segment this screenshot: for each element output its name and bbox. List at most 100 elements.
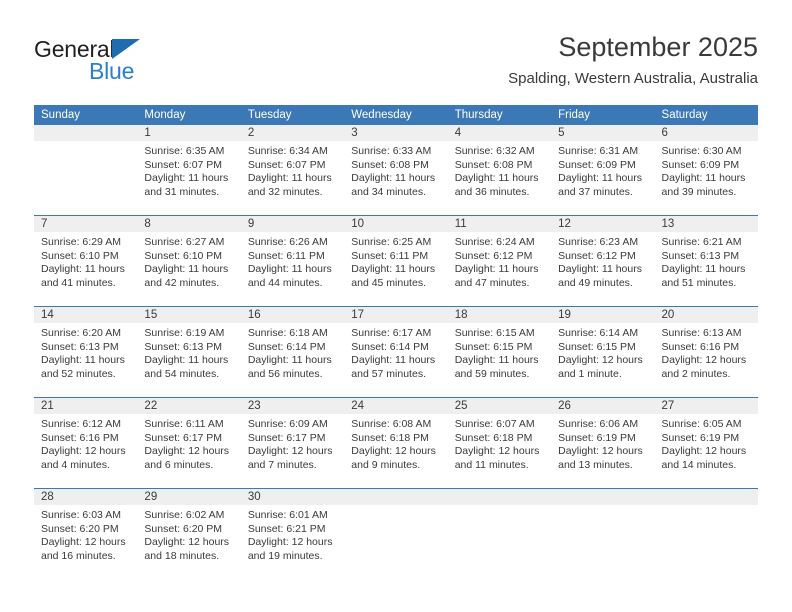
calendar-day-cell[interactable]: 8 Sunrise: 6:27 AM Sunset: 6:10 PM Daylight… bbox=[137, 216, 241, 306]
sunset-text: Sunset: 6:16 PM bbox=[41, 431, 119, 444]
daylight-text: Daylight: 12 hours bbox=[558, 445, 643, 458]
sunrise-text: Sunrise: 6:18 AM bbox=[247, 327, 328, 339]
calendar-day-cell[interactable]: 29 Sunrise: 6:02 AM Sunset: 6:20 PM Dayligh… bbox=[137, 489, 241, 579]
sunset-text: Sunset: 6:09 PM bbox=[558, 158, 636, 171]
daylight-text-cont: and 6 minutes. bbox=[144, 458, 214, 471]
day-number: 30 bbox=[240, 489, 345, 505]
calendar-day-cell[interactable]: 23 Sunrise: 6:09 AM Sunset: 6:17 PM Dayligh… bbox=[240, 398, 345, 488]
daylight-text-cont: and 45 minutes. bbox=[351, 276, 426, 289]
sunrise-text: Sunrise: 6:33 AM bbox=[351, 145, 432, 157]
calendar-week-row: 7 Sunrise: 6:29 AM Sunset: 6:10 PM Daylight… bbox=[34, 215, 758, 306]
calendar-day-cell[interactable]: 15 Sunrise: 6:19 AM Sunset: 6:13 PM Dayligh… bbox=[137, 307, 241, 397]
daylight-text-cont: and 41 minutes. bbox=[41, 276, 116, 289]
sunrise-text: Sunrise: 6:26 AM bbox=[247, 236, 328, 248]
daylight-text-cont: and 57 minutes. bbox=[351, 367, 426, 380]
sunrise-text: Sunrise: 6:31 AM bbox=[558, 145, 639, 157]
calendar-day-cell[interactable]: 22 Sunrise: 6:11 AM Sunset: 6:17 PM Dayligh… bbox=[137, 398, 241, 488]
calendar-day-cell[interactable]: 25 Sunrise: 6:07 AM Sunset: 6:18 PM Dayligh… bbox=[447, 398, 552, 488]
calendar-day-cell[interactable]: 9 Sunrise: 6:26 AM Sunset: 6:11 PM Daylight… bbox=[240, 216, 345, 306]
day-number: 2 bbox=[240, 125, 345, 141]
calendar-day-cell[interactable]: 5 Sunrise: 6:31 AM Sunset: 6:09 PM Daylight… bbox=[551, 125, 655, 215]
calendar-day-cell[interactable]: 30 Sunrise: 6:01 AM Sunset: 6:21 PM Dayligh… bbox=[240, 489, 345, 579]
sunset-text: Sunset: 6:07 PM bbox=[247, 158, 326, 171]
calendar-day-cell[interactable]: 18 Sunrise: 6:15 AM Sunset: 6:15 PM Dayligh… bbox=[447, 307, 552, 397]
calendar-day-cell[interactable]: 26 Sunrise: 6:06 AM Sunset: 6:19 PM Dayligh… bbox=[551, 398, 655, 488]
sunset-text: Sunset: 6:08 PM bbox=[454, 158, 533, 171]
calendar-grid: Sunday Monday Tuesday Wednesday Thursday Frid… bbox=[34, 105, 758, 579]
day-number: 9 bbox=[240, 216, 345, 232]
sunset-text: Sunset: 6:17 PM bbox=[247, 431, 326, 444]
day-details: Sunrise: 6:02 AM Sunset: 6:20 PM Daylight:… bbox=[137, 505, 240, 579]
calendar-day-cell[interactable]: 14 Sunrise: 6:20 AM Sunset: 6:13 PM Dayligh… bbox=[34, 307, 138, 397]
sunset-text: Sunset: 6:08 PM bbox=[351, 158, 429, 171]
sunrise-text: Sunrise: 6:21 AM bbox=[661, 236, 742, 248]
calendar-day-cell[interactable]: 27 Sunrise: 6:05 AM Sunset: 6:19 PM Dayligh… bbox=[654, 398, 758, 488]
sunset-text: Sunset: 6:07 PM bbox=[144, 158, 223, 171]
weekday-header-monday: Monday bbox=[144, 109, 186, 121]
sunset-text: Sunset: 6:11 PM bbox=[247, 249, 325, 262]
calendar-day-cell[interactable]: 16 Sunrise: 6:18 AM Sunset: 6:14 PM Dayligh… bbox=[240, 307, 345, 397]
calendar-day-cell[interactable]: 20 Sunrise: 6:13 AM Sunset: 6:16 PM Dayligh… bbox=[654, 307, 758, 397]
calendar-page: General Blue September 2025 Spalding, We… bbox=[0, 0, 792, 612]
daylight-text-cont: and 54 minutes. bbox=[144, 367, 220, 380]
day-details: Sunrise: 6:01 AM Sunset: 6:21 PM Daylight:… bbox=[241, 505, 344, 579]
sunrise-text: Sunrise: 6:09 AM bbox=[247, 418, 328, 430]
calendar-day-cell[interactable]: 11 Sunrise: 6:24 AM Sunset: 6:12 PM Dayligh… bbox=[447, 216, 552, 306]
sunrise-text: Sunrise: 6:03 AM bbox=[41, 509, 121, 521]
calendar-day-cell[interactable]: 7 Sunrise: 6:29 AM Sunset: 6:10 PM Daylight… bbox=[34, 216, 138, 306]
calendar-day-cell[interactable]: 12 Sunrise: 6:23 AM Sunset: 6:12 PM Dayligh… bbox=[551, 216, 655, 306]
calendar-day-cell[interactable]: 13 Sunrise: 6:21 AM Sunset: 6:13 PM Dayligh… bbox=[654, 216, 758, 306]
calendar-week-row: 21 Sunrise: 6:12 AM Sunset: 6:16 PM Dayligh… bbox=[34, 397, 758, 488]
day-details: Sunrise: 6:33 AM Sunset: 6:08 PM Daylight:… bbox=[344, 141, 447, 215]
calendar-day-cell[interactable]: 19 Sunrise: 6:14 AM Sunset: 6:15 PM Dayligh… bbox=[551, 307, 655, 397]
calendar-day-cell-empty bbox=[654, 489, 758, 579]
day-details bbox=[34, 141, 137, 215]
calendar-day-cell[interactable]: 4 Sunrise: 6:32 AM Sunset: 6:08 PM Daylight… bbox=[447, 125, 552, 215]
sunset-text: Sunset: 6:20 PM bbox=[144, 522, 223, 535]
day-number bbox=[551, 489, 655, 505]
calendar-day-cell[interactable]: 24 Sunrise: 6:08 AM Sunset: 6:18 PM Dayligh… bbox=[344, 398, 448, 488]
daylight-text-cont: and 59 minutes. bbox=[454, 367, 530, 380]
day-number: 13 bbox=[654, 216, 758, 232]
calendar-day-cell[interactable]: 10 Sunrise: 6:25 AM Sunset: 6:11 PM Dayligh… bbox=[344, 216, 448, 306]
day-number: 26 bbox=[551, 398, 655, 414]
title-block: September 2025 Spalding, Western Austral… bbox=[508, 30, 758, 90]
daylight-text-cont: and 19 minutes. bbox=[247, 549, 323, 562]
calendar-day-cell[interactable]: 6 Sunrise: 6:30 AM Sunset: 6:09 PM Daylight… bbox=[654, 125, 758, 215]
daylight-text: Daylight: 11 hours bbox=[351, 354, 436, 367]
daylight-text-cont: and 42 minutes. bbox=[144, 276, 220, 289]
sunset-text: Sunset: 6:10 PM bbox=[41, 249, 119, 262]
sunset-text: Sunset: 6:13 PM bbox=[144, 340, 223, 353]
calendar-day-cell[interactable]: 1 Sunrise: 6:35 AM Sunset: 6:07 PM Daylight… bbox=[137, 125, 241, 215]
page-header: General Blue September 2025 Spalding, We… bbox=[0, 0, 792, 104]
calendar-day-cell[interactable]: 17 Sunrise: 6:17 AM Sunset: 6:14 PM Dayligh… bbox=[344, 307, 448, 397]
sunset-text: Sunset: 6:19 PM bbox=[661, 431, 740, 444]
daylight-text-cont: and 1 minute. bbox=[558, 367, 622, 380]
sunrise-text: Sunrise: 6:05 AM bbox=[661, 418, 742, 430]
day-details: Sunrise: 6:09 AM Sunset: 6:17 PM Daylight:… bbox=[241, 414, 344, 488]
day-details: Sunrise: 6:18 AM Sunset: 6:14 PM Daylight:… bbox=[241, 323, 344, 397]
daylight-text: Daylight: 11 hours bbox=[247, 263, 332, 276]
sunset-text: Sunset: 6:18 PM bbox=[454, 431, 533, 444]
sunrise-text: Sunrise: 6:30 AM bbox=[661, 145, 742, 157]
calendar-day-cell[interactable]: 2 Sunrise: 6:34 AM Sunset: 6:07 PM Daylight… bbox=[240, 125, 345, 215]
day-number bbox=[654, 489, 758, 505]
calendar-day-cell[interactable]: 28 Sunrise: 6:03 AM Sunset: 6:20 PM Dayligh… bbox=[34, 489, 138, 579]
day-number: 19 bbox=[551, 307, 655, 323]
daylight-text: Daylight: 11 hours bbox=[41, 263, 125, 276]
brand-logo[interactable]: General Blue bbox=[34, 36, 264, 92]
daylight-text: Daylight: 12 hours bbox=[558, 354, 643, 367]
daylight-text: Daylight: 11 hours bbox=[41, 354, 125, 367]
day-number: 14 bbox=[34, 307, 138, 323]
calendar-day-cell[interactable]: 3 Sunrise: 6:33 AM Sunset: 6:08 PM Daylight… bbox=[344, 125, 448, 215]
calendar-day-cell[interactable]: 21 Sunrise: 6:12 AM Sunset: 6:16 PM Dayligh… bbox=[34, 398, 138, 488]
sunset-text: Sunset: 6:17 PM bbox=[144, 431, 223, 444]
sunset-text: Sunset: 6:15 PM bbox=[558, 340, 636, 353]
daylight-text-cont: and 49 minutes. bbox=[558, 276, 633, 289]
sunrise-text: Sunrise: 6:11 AM bbox=[144, 418, 224, 430]
day-number bbox=[344, 489, 448, 505]
daylight-text: Daylight: 12 hours bbox=[454, 445, 540, 458]
sunrise-text: Sunrise: 6:02 AM bbox=[144, 509, 225, 521]
daylight-text-cont: and 18 minutes. bbox=[144, 549, 220, 562]
daylight-text-cont: and 4 minutes. bbox=[41, 458, 110, 471]
